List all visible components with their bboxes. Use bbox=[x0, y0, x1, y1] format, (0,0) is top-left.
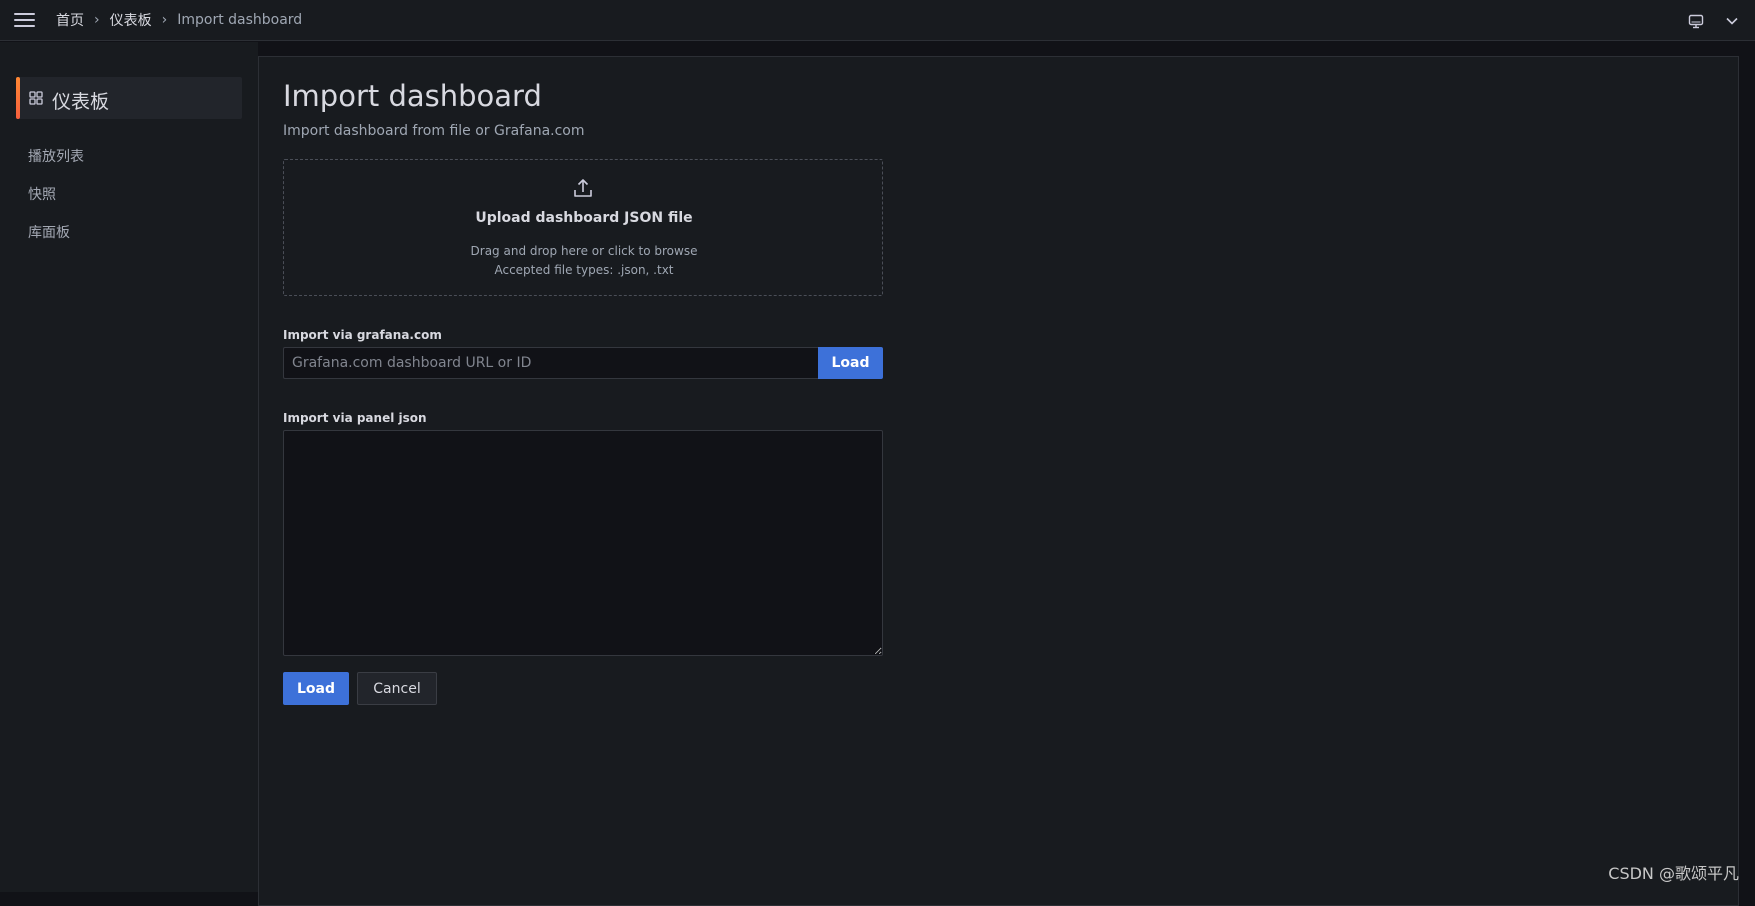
load-url-button[interactable]: Load bbox=[818, 347, 883, 379]
sidebar-item-library-panels[interactable]: 库面板 bbox=[28, 222, 70, 242]
tv-mode-icon[interactable] bbox=[1685, 10, 1707, 32]
panel-json-label: Import via panel json bbox=[283, 411, 427, 425]
upload-title: Upload dashboard JSON file bbox=[284, 210, 884, 226]
page-title: Import dashboard bbox=[283, 79, 542, 113]
menu-icon[interactable] bbox=[14, 10, 42, 30]
load-json-button[interactable]: Load bbox=[283, 672, 349, 705]
chevron-down-icon[interactable] bbox=[1721, 10, 1743, 32]
breadcrumb-current: Import dashboard bbox=[177, 12, 302, 28]
sidebar-item-playlists[interactable]: 播放列表 bbox=[28, 146, 84, 166]
main-content: Import dashboard Import dashboard from f… bbox=[258, 56, 1739, 906]
sidebar-item-dashboards[interactable]: 仪表板 bbox=[16, 77, 242, 119]
cancel-button[interactable]: Cancel bbox=[357, 672, 437, 705]
grafana-import-label: Import via grafana.com bbox=[283, 328, 442, 342]
upload-icon bbox=[571, 176, 595, 200]
upload-accepted-types: Accepted file types: .json, .txt bbox=[284, 263, 884, 277]
sidebar-active-label: 仪表板 bbox=[52, 87, 109, 114]
top-nav-bar: 首页 › 仪表板 › Import dashboard bbox=[0, 0, 1755, 41]
breadcrumb: 首页 › 仪表板 › Import dashboard bbox=[56, 11, 302, 29]
upload-dropzone[interactable]: Upload dashboard JSON file Drag and drop… bbox=[283, 159, 883, 296]
panel-json-textarea[interactable] bbox=[283, 430, 883, 656]
sidebar-item-snapshots[interactable]: 快照 bbox=[28, 184, 56, 204]
upload-hint: Drag and drop here or click to browse bbox=[284, 244, 884, 258]
breadcrumb-separator: › bbox=[162, 12, 168, 28]
breadcrumb-home[interactable]: 首页 bbox=[56, 10, 84, 30]
apps-grid-icon bbox=[29, 91, 43, 105]
sidebar: 仪表板 播放列表 快照 库面板 bbox=[0, 42, 258, 892]
watermark: CSDN @歌颂平凡 bbox=[1608, 860, 1739, 884]
grafana-url-input[interactable] bbox=[283, 347, 818, 379]
breadcrumb-dashboards[interactable]: 仪表板 bbox=[110, 10, 152, 30]
page-subtitle: Import dashboard from file or Grafana.co… bbox=[283, 123, 585, 139]
breadcrumb-separator: › bbox=[94, 12, 100, 28]
